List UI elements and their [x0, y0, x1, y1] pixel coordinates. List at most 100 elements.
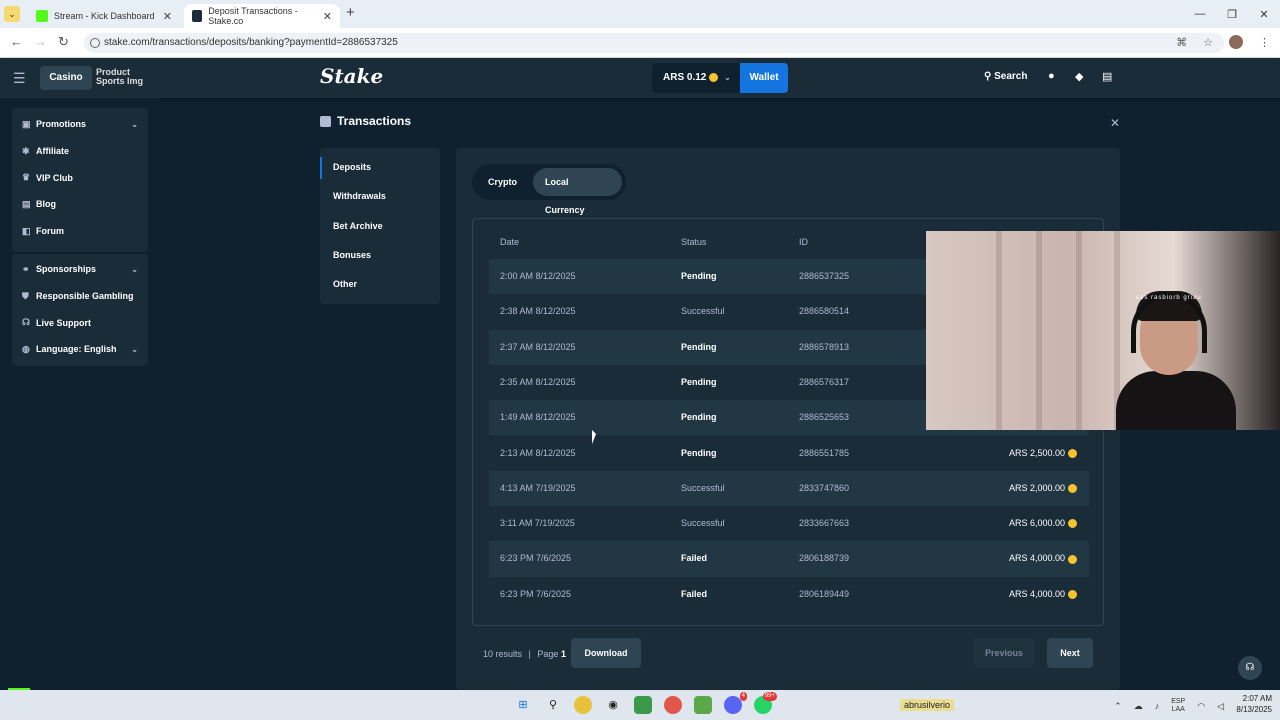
close-icon[interactable]: ✕: [323, 10, 332, 23]
menu-item-withdrawals[interactable]: Withdrawals: [320, 182, 440, 211]
bookmark-star-icon[interactable]: ☆: [1203, 36, 1213, 49]
stake-logo[interactable]: Stake: [320, 64, 383, 88]
cloud-icon[interactable]: ☁: [1134, 701, 1143, 712]
cell-status: Pending: [681, 447, 717, 458]
sports-button[interactable]: Product Sports Img: [96, 68, 146, 86]
table-row[interactable]: 3:11 AM 7/19/2025 Successful 2833667663 ARS…: [489, 506, 1089, 541]
download-button[interactable]: Download: [571, 638, 641, 668]
cell-id: 2886576317: [799, 376, 850, 387]
url-field[interactable]: stake.com/transactions/deposits/banking?…: [84, 33, 1224, 53]
windows-start-icon[interactable]: ⊞: [514, 696, 532, 714]
reload-icon[interactable]: ↻: [58, 34, 69, 50]
sidebar-item-promotions[interactable]: ▣ Promotions ⌄: [12, 111, 148, 138]
balance-value: ARS 0.12: [663, 72, 707, 83]
wallet-button[interactable]: Wallet: [740, 63, 788, 93]
next-button[interactable]: Next: [1047, 638, 1093, 668]
live-support-button[interactable]: ☊: [1238, 656, 1262, 680]
menu-item-deposits[interactable]: Deposits: [320, 153, 440, 182]
shield-icon: ⛊: [22, 290, 29, 301]
sidebar-item-language[interactable]: ◍ Language: English ⌄: [12, 336, 148, 363]
modal-title: Transactions: [320, 114, 411, 128]
sidebar-item-responsible-gambling[interactable]: ⛊ Responsible Gambling: [12, 283, 148, 310]
menu-item-bet-archive[interactable]: Bet Archive: [320, 212, 440, 241]
system-clock[interactable]: 2:07 AM 8/13/2025: [1236, 693, 1272, 715]
close-window-icon[interactable]: ✕: [1248, 8, 1280, 21]
more-menu-icon[interactable]: ⋮: [1259, 36, 1270, 49]
taskbar-apps: ⊞ ⚲ ◉ 4 99+: [514, 692, 777, 714]
casino-button[interactable]: Casino: [40, 66, 92, 90]
tab-deposit-transactions[interactable]: Deposit Transactions - Stake.co ✕: [184, 4, 340, 28]
notification-badge: 99+: [762, 692, 777, 701]
translate-icon[interactable]: ⌘: [1176, 36, 1187, 49]
menu-item-bonuses[interactable]: Bonuses: [320, 241, 440, 270]
sidebar-item-affiliate[interactable]: ✱ Affiliate: [12, 138, 148, 165]
tab-kick-dashboard[interactable]: Stream - Kick Dashboard ✕: [28, 4, 180, 28]
column-status: Status: [681, 237, 707, 247]
tab-crypto[interactable]: Crypto: [476, 168, 529, 196]
ars-coin-icon: [1068, 589, 1077, 599]
input-language[interactable]: ESP LAA: [1171, 698, 1185, 714]
cell-id: 2806188739: [799, 553, 850, 564]
sidebar-item-label: Language: English: [36, 344, 117, 355]
cell-date: 2:37 AM 8/12/2025: [500, 341, 576, 352]
site-info-icon[interactable]: [90, 38, 100, 48]
user-icon[interactable]: ●: [1048, 70, 1055, 82]
obs-icon[interactable]: ◉: [604, 696, 622, 714]
minimize-icon[interactable]: —: [1184, 8, 1216, 20]
chat-icon[interactable]: ▤: [1102, 70, 1112, 83]
table-row[interactable]: 6:23 PM 7/6/2025 Failed 2806188739 ARS 4,00…: [489, 541, 1089, 577]
forward-icon[interactable]: →: [34, 34, 47, 49]
taskbar-user-label[interactable]: abrusilverio: [900, 699, 955, 711]
balance-selector[interactable]: ARS 0.12 ⌄: [652, 63, 740, 93]
cell-status: Pending: [681, 341, 717, 352]
table-row[interactable]: 4:13 AM 7/19/2025 Successful 2833747860 ARS…: [489, 470, 1089, 507]
close-icon[interactable]: ✕: [1110, 116, 1120, 130]
table-row[interactable]: 2:13 AM 8/12/2025 Pending 2886551785 ARS 2,…: [489, 436, 1089, 471]
cell-status: Failed: [681, 588, 708, 599]
clock-date: 8/13/2025: [1236, 705, 1272, 714]
chevron-up-icon[interactable]: ⌃: [1114, 701, 1122, 712]
sidebar-item-label: VIP Club: [36, 172, 73, 183]
table-row[interactable]: 6:23 PM 7/6/2025 Failed 2806189449 ARS 4,00…: [489, 577, 1089, 612]
cell-amount: ARS 6,000.00: [1009, 518, 1077, 529]
amount-value: ARS 2,500.00: [1008, 447, 1065, 458]
sidebar-item-label: Responsible Gambling: [36, 291, 134, 302]
chrome-icon[interactable]: [574, 696, 592, 714]
cell-status: Pending: [681, 412, 717, 423]
discord-icon[interactable]: 4: [724, 692, 747, 714]
sidebar-item-sponsorships[interactable]: ⚭ Sponsorships ⌄: [12, 256, 148, 283]
back-icon[interactable]: ←: [10, 34, 23, 49]
cell-date: 6:23 PM 7/6/2025: [500, 588, 572, 599]
cell-id: 2886551785: [799, 447, 850, 458]
volume-icon[interactable]: ◁: [1217, 701, 1224, 712]
tab-title: Stream - Kick Dashboard: [54, 11, 155, 21]
sidebar-item-vip-club[interactable]: ♛ VIP Club: [12, 164, 148, 191]
menu-icon[interactable]: ☰: [13, 70, 26, 87]
close-icon[interactable]: ✕: [163, 10, 172, 23]
whatsapp-icon[interactable]: 99+: [754, 692, 777, 714]
sidebar-item-forum[interactable]: ◧ Forum: [12, 218, 148, 245]
search-button[interactable]: ⚲ Search: [984, 71, 1027, 82]
maximize-icon[interactable]: ❐: [1216, 8, 1248, 21]
cell-date: 6:23 PM 7/6/2025: [500, 553, 572, 564]
profile-avatar[interactable]: [1229, 35, 1243, 49]
cell-id: 2806189449: [799, 588, 850, 599]
new-tab-button[interactable]: +: [346, 4, 355, 21]
sidebar-item-label: Live Support: [36, 317, 92, 328]
tab-search-icon[interactable]: ⌄: [4, 6, 20, 22]
webcam-overlay: cas rasbiorb griau: [926, 231, 1280, 430]
notifications-icon[interactable]: ◆: [1075, 70, 1083, 83]
chrome-active-icon[interactable]: [664, 696, 682, 714]
chevron-down-icon: ⌄: [131, 119, 138, 129]
sidebar-item-blog[interactable]: ▤ Blog: [12, 191, 148, 218]
sidebar-item-live-support[interactable]: ☊ Live Support: [12, 309, 148, 336]
previous-button[interactable]: Previous: [973, 638, 1035, 668]
tab-local-currency[interactable]: Local Currency: [533, 168, 622, 215]
search-icon[interactable]: ⚲: [544, 696, 562, 714]
menu-item-other[interactable]: Other: [320, 270, 440, 299]
mic-icon[interactable]: ♪: [1155, 701, 1160, 711]
android-icon[interactable]: [694, 696, 712, 714]
cell-id: 2886578913: [799, 341, 850, 352]
wifi-icon[interactable]: ◠: [1197, 701, 1205, 712]
app-icon[interactable]: [634, 696, 652, 714]
